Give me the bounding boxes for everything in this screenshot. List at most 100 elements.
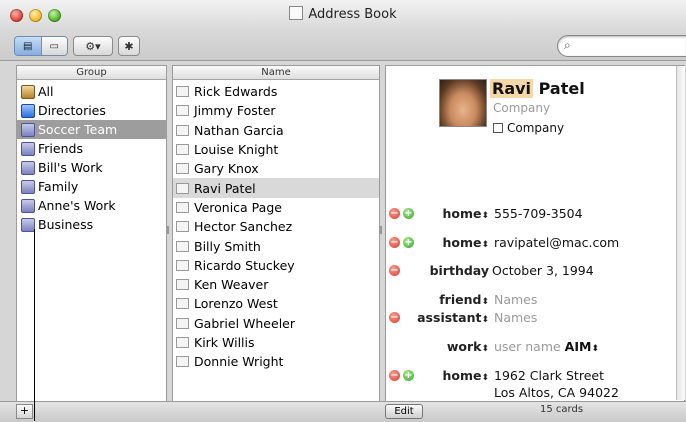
vcard-icon [176, 279, 189, 291]
name-item[interactable]: Ricardo Stuckey [173, 256, 379, 275]
name-item[interactable]: Kirk Willis [173, 333, 379, 352]
name-item[interactable]: Jimmy Foster [173, 101, 379, 120]
popup-arrow-icon: ⬍ [481, 373, 489, 383]
assistant-field[interactable]: Names [494, 310, 537, 325]
vcard-icon [176, 163, 189, 175]
first-name-field[interactable]: Ravi [490, 79, 534, 98]
document-icon [289, 6, 304, 20]
remove-field-button[interactable]: − [389, 370, 400, 381]
phone-label[interactable]: home⬍ [420, 206, 489, 221]
column-splitter[interactable]: ‖ [166, 225, 170, 234]
group-icon [21, 160, 35, 175]
contact-name: Ravi Patel [490, 79, 585, 98]
bottom-bar [0, 401, 686, 422]
group-icon [21, 122, 35, 137]
vcard-icon [176, 240, 189, 252]
search-icon: ⌕ [564, 38, 571, 52]
remove-field-button[interactable]: − [389, 237, 400, 248]
bluetooth-button[interactable]: ✱ [118, 36, 140, 56]
im-label[interactable]: work⬍ [420, 339, 489, 354]
window-title: Address Book [0, 6, 686, 22]
checkbox-icon[interactable] [493, 123, 503, 133]
name-item[interactable]: Lorenzo West [173, 294, 379, 313]
group-item-family[interactable]: Family [17, 177, 166, 196]
group-item-directories[interactable]: Directories [17, 101, 166, 120]
popup-arrow-icon: ⬍ [481, 315, 489, 325]
address-line1[interactable]: 1962 Clark Street [494, 368, 604, 383]
vcard-icon [176, 105, 189, 117]
phone-value[interactable]: 555-709-3504 [494, 206, 583, 221]
directories-icon [21, 103, 35, 118]
vcard-icon [176, 337, 189, 348]
group-item-all[interactable]: All [17, 82, 166, 101]
card-columns-icon[interactable]: ▤ [15, 37, 41, 55]
address-book-window: Address Book ▤ ▭ ⚙▾ ✱ ⌕ Group All Direct… [0, 0, 686, 422]
search-field[interactable]: ⌕ [557, 35, 686, 57]
group-item-bills-work[interactable]: Bill's Work [17, 158, 166, 177]
vcard-icon [176, 221, 189, 233]
remove-field-button[interactable]: − [389, 312, 400, 323]
birthday-label: birthday [429, 263, 489, 278]
card-count: 15 cards [540, 404, 584, 415]
callout-line [34, 229, 35, 421]
friend-label[interactable]: friend⬍ [400, 292, 489, 307]
group-icon [21, 217, 35, 232]
vcard-icon [176, 86, 189, 98]
card-scrollbar[interactable] [676, 66, 685, 400]
group-item-soccer-team[interactable]: Soccer Team [17, 120, 166, 139]
remove-field-button[interactable]: − [389, 265, 400, 276]
add-field-button[interactable]: + [403, 237, 414, 248]
group-icon [21, 198, 35, 213]
popup-arrow-icon: ⬍ [481, 211, 489, 221]
group-column: Group All Directories Soccer Team Friend… [16, 65, 167, 403]
name-item[interactable]: Gary Knox [173, 159, 379, 178]
im-service-popup[interactable]: AIM [565, 339, 592, 354]
card-only-icon[interactable]: ▭ [40, 37, 67, 55]
group-column-header[interactable]: Group [17, 66, 166, 80]
name-item[interactable]: Billy Smith [173, 236, 379, 255]
friend-field[interactable]: Names [494, 292, 537, 307]
action-menu-button[interactable]: ⚙▾ [73, 36, 113, 56]
remove-field-button[interactable]: − [389, 208, 400, 219]
company-field[interactable]: Company [493, 101, 550, 115]
contact-photo[interactable] [439, 79, 487, 127]
edit-button[interactable]: Edit [385, 404, 423, 419]
address-label[interactable]: home⬍ [420, 368, 489, 383]
popup-arrow-icon: ⬍ [481, 297, 489, 307]
name-item-selected[interactable]: Ravi Patel [173, 178, 379, 198]
add-field-button[interactable]: + [403, 208, 414, 219]
email-value[interactable]: ravipatel@mac.com [494, 235, 619, 250]
group-icon [21, 141, 35, 156]
view-segmented-control[interactable]: ▤ ▭ [14, 36, 68, 56]
name-item[interactable]: Rick Edwards [173, 82, 379, 101]
name-item[interactable]: Hector Sanchez [173, 217, 379, 236]
vcard-icon [176, 259, 189, 271]
group-item-business[interactable]: Business [17, 215, 166, 234]
title-bar: Address Book ▤ ▭ ⚙▾ ✱ ⌕ [0, 0, 686, 61]
company-checkbox[interactable]: Company [493, 121, 564, 135]
name-column-header[interactable]: Name [173, 66, 379, 80]
email-label[interactable]: home⬍ [420, 235, 489, 250]
vcard-icon [176, 201, 189, 213]
name-item[interactable]: Veronica Page [173, 198, 379, 217]
name-item[interactable]: Gabriel Wheeler [173, 314, 379, 333]
name-item[interactable]: Ken Weaver [173, 275, 379, 294]
group-item-friends[interactable]: Friends [17, 139, 166, 158]
popup-arrow-icon: ⬍ [591, 344, 599, 354]
popup-arrow-icon: ⬍ [481, 344, 489, 354]
assistant-label[interactable]: assistant⬍ [400, 310, 489, 325]
name-item[interactable]: Donnie Wright [173, 352, 379, 371]
group-icon [21, 179, 35, 194]
name-item[interactable]: Nathan Garcia [173, 121, 379, 140]
add-field-button[interactable]: + [403, 370, 414, 381]
im-field[interactable]: user name AIM⬍ [494, 339, 599, 354]
vcard-icon [176, 298, 189, 310]
group-item-annes-work[interactable]: Anne's Work [17, 196, 166, 215]
column-splitter[interactable]: ‖ [379, 225, 383, 234]
name-item[interactable]: Louise Knight [173, 140, 379, 159]
name-column: Name Rick Edwards Jimmy Foster Nathan Ga… [172, 65, 380, 403]
address-line2[interactable]: Los Altos, CA 94022 [494, 385, 619, 400]
add-group-button[interactable]: + [16, 404, 33, 419]
last-name-field[interactable]: Patel [539, 79, 585, 98]
birthday-value[interactable]: October 3, 1994 [492, 263, 594, 278]
